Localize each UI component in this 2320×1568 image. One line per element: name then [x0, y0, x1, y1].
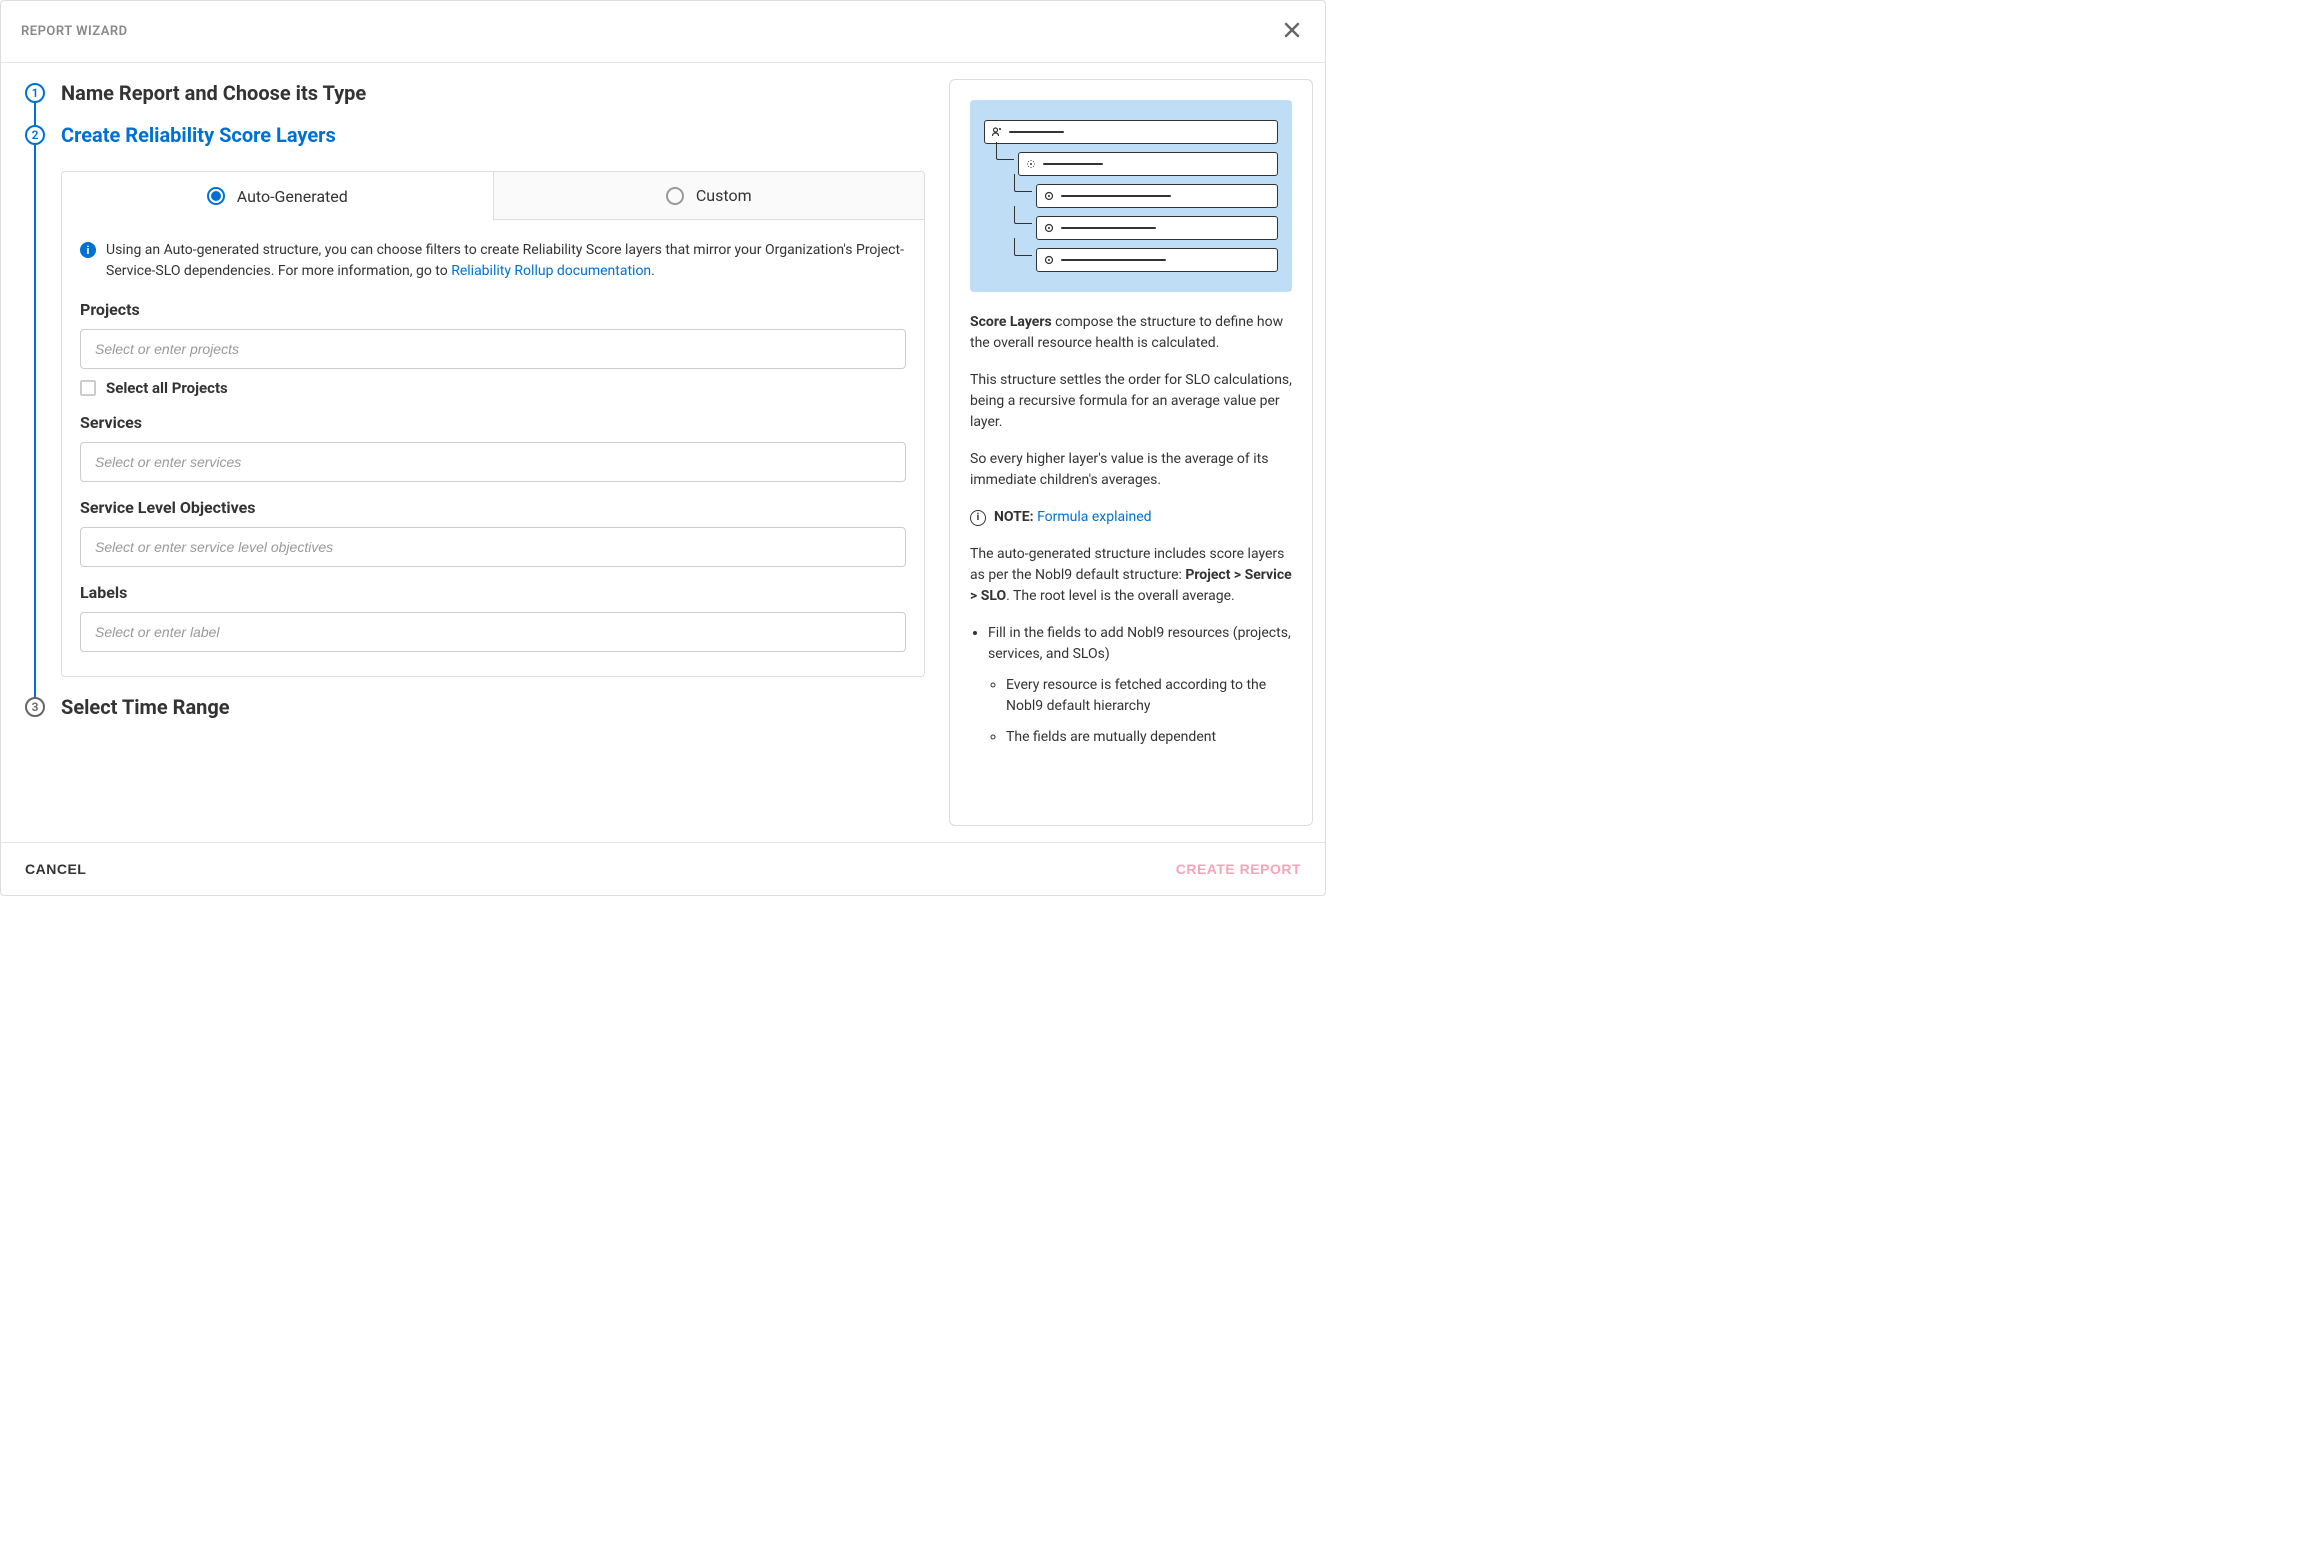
report-wizard-modal: REPORT WIZARD 1 Name Report and Choose i…	[0, 0, 1326, 896]
doc-link[interactable]: Reliability Rollup documentation	[451, 263, 651, 279]
step-2-title: Create Reliability Score Layers	[61, 123, 925, 147]
layer-illustration	[970, 100, 1292, 292]
labels-label: Labels	[80, 583, 906, 602]
modal-footer: CANCEL CREATE REPORT	[1, 842, 1325, 895]
side-p1: Score Layers compose the structure to de…	[970, 312, 1292, 354]
radio-custom-icon	[666, 187, 684, 205]
step-3[interactable]: 3 Select Time Range	[25, 697, 925, 739]
step-1[interactable]: 1 Name Report and Choose its Type	[25, 83, 925, 125]
labels-input[interactable]	[80, 612, 906, 652]
list-item: Fill in the fields to add Nobl9 resource…	[988, 623, 1292, 748]
main-panel: 1 Name Report and Choose its Type 2 Crea…	[1, 63, 949, 842]
close-button[interactable]	[1279, 17, 1305, 46]
step-3-circle: 3	[25, 697, 45, 717]
tab-custom[interactable]: Custom	[494, 172, 925, 220]
help-panel[interactable]: Score Layers compose the structure to de…	[949, 79, 1313, 826]
projects-input[interactable]	[80, 329, 906, 369]
tab-auto-label: Auto-Generated	[237, 187, 348, 206]
create-report-button[interactable]: CREATE REPORT	[1176, 861, 1301, 877]
cancel-button[interactable]: CANCEL	[25, 861, 86, 877]
side-list: Fill in the fields to add Nobl9 resource…	[970, 623, 1292, 748]
radio-auto-icon	[207, 187, 225, 205]
step-3-title: Select Time Range	[61, 695, 925, 719]
side-p2: This structure settles the order for SLO…	[970, 370, 1292, 433]
services-label: Services	[80, 413, 906, 432]
slo-input[interactable]	[80, 527, 906, 567]
step-1-circle: 1	[25, 83, 45, 103]
layer-tabs: Auto-Generated Custom i	[61, 171, 925, 677]
info-icon: i	[80, 242, 96, 258]
side-p3: So every higher layer's value is the ave…	[970, 449, 1292, 491]
list-item: Every resource is fetched according to t…	[1006, 675, 1292, 717]
step-2: 2 Create Reliability Score Layers Auto-G…	[25, 125, 925, 697]
step-2-circle: 2	[25, 125, 45, 145]
side-p4: The auto-generated structure includes sc…	[970, 544, 1292, 607]
formula-link[interactable]: Formula explained	[1037, 509, 1152, 525]
services-input[interactable]	[80, 442, 906, 482]
note-row: i NOTE: Formula explained	[970, 507, 1292, 528]
list-item: The fields are mutually dependent	[1006, 727, 1292, 748]
info-text: Using an Auto-generated structure, you c…	[106, 240, 906, 282]
modal-title: REPORT WIZARD	[21, 24, 128, 39]
close-icon	[1283, 21, 1301, 39]
note-icon: i	[970, 510, 986, 526]
select-all-projects-label: Select all Projects	[106, 379, 228, 397]
projects-label: Projects	[80, 300, 906, 319]
modal-header: REPORT WIZARD	[1, 1, 1325, 63]
slo-label: Service Level Objectives	[80, 498, 906, 517]
tab-auto-generated[interactable]: Auto-Generated	[62, 172, 494, 220]
tab-custom-label: Custom	[696, 186, 752, 205]
step-1-title: Name Report and Choose its Type	[61, 81, 925, 105]
select-all-projects-checkbox[interactable]	[80, 380, 96, 396]
